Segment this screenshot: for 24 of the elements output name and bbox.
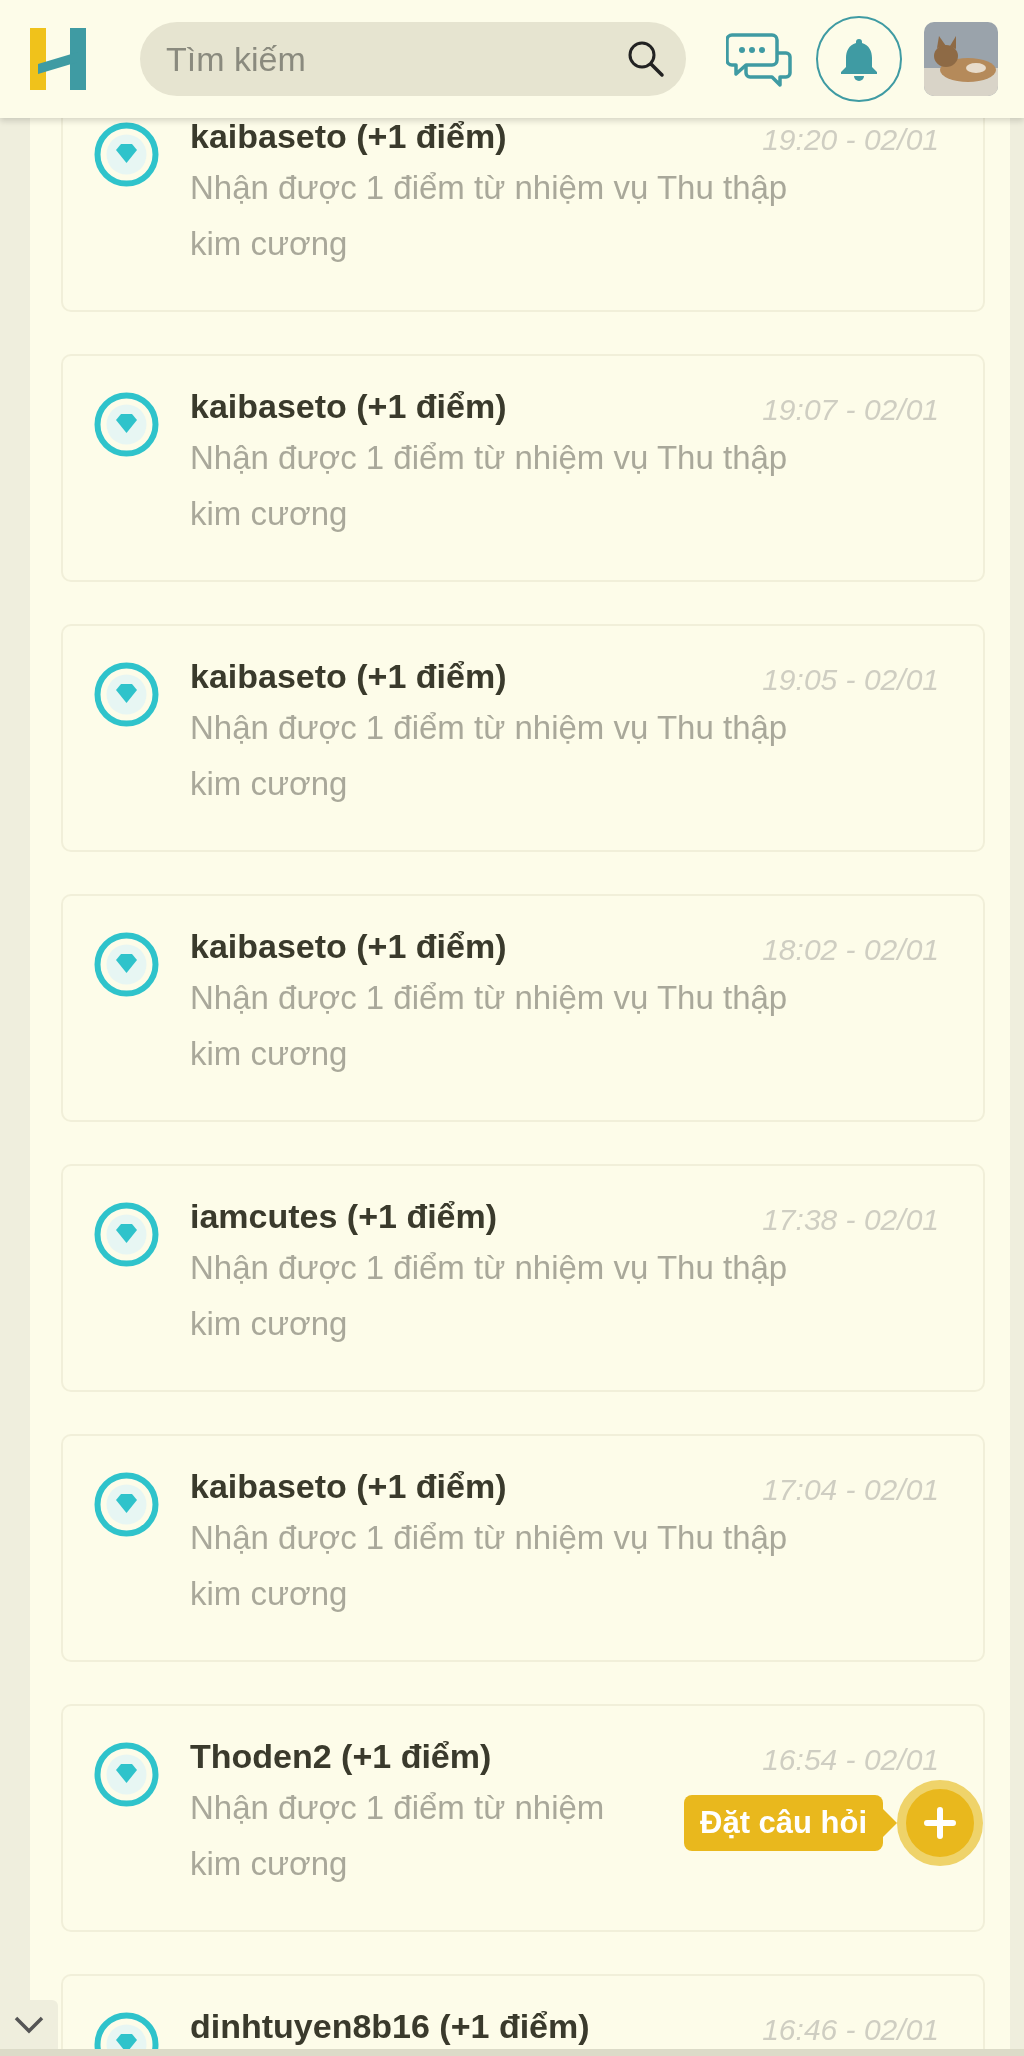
tooltip-pointer-icon	[883, 1809, 898, 1837]
notification-title: kaibaseto (+1 điểm)	[190, 118, 507, 157]
notification-message: Nhận được 1 điểm từ nhiệm vụ Thu thập kim cương	[190, 708, 789, 804]
notification-title: kaibaseto (+1 điểm)	[190, 655, 507, 697]
notification-message: Nhận được 1 điểm từ nhiệm vụ Thu thập kim cương	[190, 978, 789, 1074]
plus-icon	[924, 1807, 957, 1839]
notification-message: Nhận được 1 điểm từ nhiệm vụ Thu thập kim cương	[190, 1518, 789, 1614]
notification-button[interactable]	[816, 16, 902, 102]
notification-message: Nhận được 1 điểm từ nhiệm vụ Thu thập kim cương	[190, 1248, 789, 1344]
chevron-down-icon	[13, 2014, 45, 2035]
notification-title: kaibaseto (+1 điểm)	[190, 925, 507, 967]
notification-message: Nhận được 1 điểm từ nhiệm	[190, 1788, 605, 1828]
notification-title: kaibaseto (+1 điểm)	[190, 1465, 507, 1507]
notification-message: Nhận được 1 điểm từ nhiệm vụ Thu thập kim cương	[190, 168, 789, 264]
notification-message: kim cương	[190, 1844, 348, 1884]
notification-title: dinhtuyen8b16 (+1 điểm)	[190, 2005, 590, 2047]
notification-message: Nhận được 1 điểm từ nhiệm vụ Thu thập kim cương	[190, 438, 789, 534]
search-field[interactable]: Tìm kiếm	[140, 22, 686, 96]
chat-icon[interactable]	[726, 31, 792, 87]
notification-title: kaibaseto (+1 điểm)	[190, 385, 507, 427]
notification-title: Thoden2 (+1 điểm)	[190, 1735, 492, 1777]
bell-icon	[840, 37, 878, 81]
search-icon[interactable]	[626, 39, 666, 79]
notification-title: iamcutes (+1 điểm)	[190, 1195, 498, 1237]
